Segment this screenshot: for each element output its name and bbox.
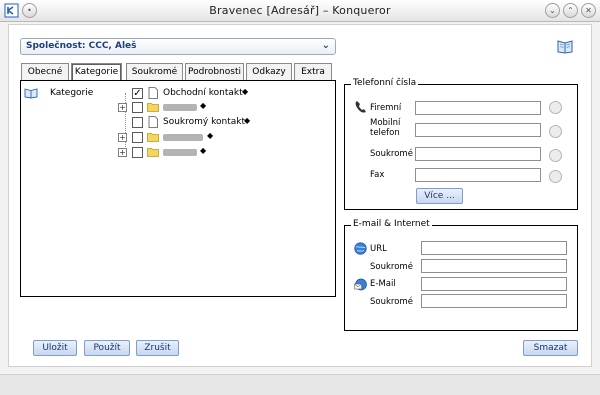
tab-private[interactable]: Soukromé <box>126 63 183 81</box>
redacted-label <box>163 104 197 111</box>
phone-fax-input[interactable] <box>415 168 541 182</box>
window-title: Bravenec [Adresář] – Konqueror <box>209 4 391 17</box>
url-label: URL <box>370 244 387 254</box>
email-label: E-Mail <box>370 279 396 289</box>
tab-extra[interactable]: Extra <box>294 63 332 81</box>
globe-icon <box>354 242 367 255</box>
tree-item[interactable]: + ◆ <box>118 131 318 144</box>
document-icon <box>148 87 158 99</box>
category-checkbox[interactable]: ✓ <box>132 88 143 99</box>
phone-business-input[interactable] <box>415 101 541 115</box>
diamond-icon: ◆ <box>242 87 249 96</box>
phone-private-preferred-radio[interactable] <box>549 149 562 162</box>
company-select[interactable]: Společnost: CCC, Aleš ⌄ <box>20 38 336 55</box>
url-private-input[interactable] <box>421 259 567 273</box>
close-button[interactable]: ✕ <box>581 3 596 18</box>
folder-icon <box>147 103 159 112</box>
email-private-label: Soukromé <box>370 297 413 307</box>
email-private-input[interactable] <box>421 294 567 308</box>
tab-label: Kategorie <box>74 67 119 77</box>
expand-icon[interactable]: + <box>118 133 127 142</box>
tree-item-label: Obchodní kontakt <box>163 88 243 98</box>
document-icon <box>148 116 158 128</box>
window-titlebar[interactable]: • Bravenec [Adresář] – Konqueror ⌄ ⌃ ✕ <box>0 0 600 22</box>
diamond-icon: ◆ <box>200 146 207 155</box>
redacted-label <box>163 134 203 141</box>
phone-mobile-label: Mobilní telefon <box>370 118 401 138</box>
more-phones-button[interactable]: Více ... <box>416 188 463 204</box>
diamond-icon: ◆ <box>207 131 214 140</box>
phone-business-preferred-radio[interactable] <box>549 101 562 114</box>
tree-root-label: Kategorie <box>50 88 94 98</box>
window-bottom-bar <box>0 374 600 395</box>
address-book-icon <box>24 88 38 99</box>
tab-details[interactable]: Podrobnosti <box>185 63 244 81</box>
cancel-button[interactable]: Zrušit <box>136 340 179 356</box>
redacted-label <box>163 149 197 156</box>
tab-label: Odkazy <box>252 67 286 77</box>
diamond-icon: ◆ <box>200 101 207 110</box>
tree-item[interactable]: ✓ Obchodní kontakt ◆ <box>118 87 318 100</box>
tree-item[interactable]: + ◆ <box>118 101 318 114</box>
phone-fax-label: Fax <box>370 170 385 180</box>
category-checkbox[interactable] <box>132 102 143 113</box>
tab-label: Extra <box>301 67 325 77</box>
folder-icon <box>147 133 159 142</box>
phone-fax-preferred-radio[interactable] <box>549 170 562 183</box>
maximize-button[interactable]: ⌃ <box>563 3 578 18</box>
phone-mobile-preferred-radio[interactable] <box>549 125 562 138</box>
tab-label: Podrobnosti <box>188 67 241 77</box>
tab-label: Obecné <box>27 67 63 77</box>
url-private-label: Soukromé <box>370 262 413 272</box>
phone-private-input[interactable] <box>415 147 541 161</box>
category-checkbox[interactable] <box>132 147 143 158</box>
phone-icon <box>355 101 366 113</box>
tab-general[interactable]: Obecné <box>21 63 69 81</box>
phone-numbers-legend: Telefonní čísla <box>351 78 419 88</box>
phone-business-label: Firemní <box>370 103 402 113</box>
tree-item[interactable]: Soukromý kontakt ◆ <box>118 116 318 129</box>
email-globe-icon <box>354 278 367 291</box>
tree-item[interactable]: + ◆ <box>118 146 318 159</box>
email-input[interactable] <box>421 277 567 291</box>
folder-icon <box>147 148 159 157</box>
chevron-down-icon: ⌄ <box>321 40 330 51</box>
phone-private-label: Soukromé <box>370 149 413 159</box>
tree-item-label: Soukromý kontakt <box>163 117 245 127</box>
expand-icon[interactable]: + <box>118 148 127 157</box>
email-internet-legend: E-mail & Internet <box>351 219 432 229</box>
tab-label: Soukromé <box>131 67 178 77</box>
apply-button[interactable]: Použít <box>84 340 130 356</box>
phone-mobile-input[interactable] <box>415 123 541 137</box>
category-checkbox[interactable] <box>132 132 143 143</box>
delete-button[interactable]: Smazat <box>523 340 578 356</box>
address-book-icon <box>557 40 573 54</box>
url-input[interactable] <box>421 241 567 255</box>
category-checkbox[interactable] <box>132 117 143 128</box>
save-button[interactable]: Uložit <box>33 340 77 356</box>
minimize-button[interactable]: ⌄ <box>545 3 560 18</box>
expand-icon[interactable]: + <box>118 103 127 112</box>
tab-categories[interactable]: Kategorie <box>71 63 122 81</box>
diamond-icon: ◆ <box>244 116 251 125</box>
tab-links[interactable]: Odkazy <box>246 63 292 81</box>
company-select-value: Společnost: CCC, Aleš <box>26 41 137 51</box>
